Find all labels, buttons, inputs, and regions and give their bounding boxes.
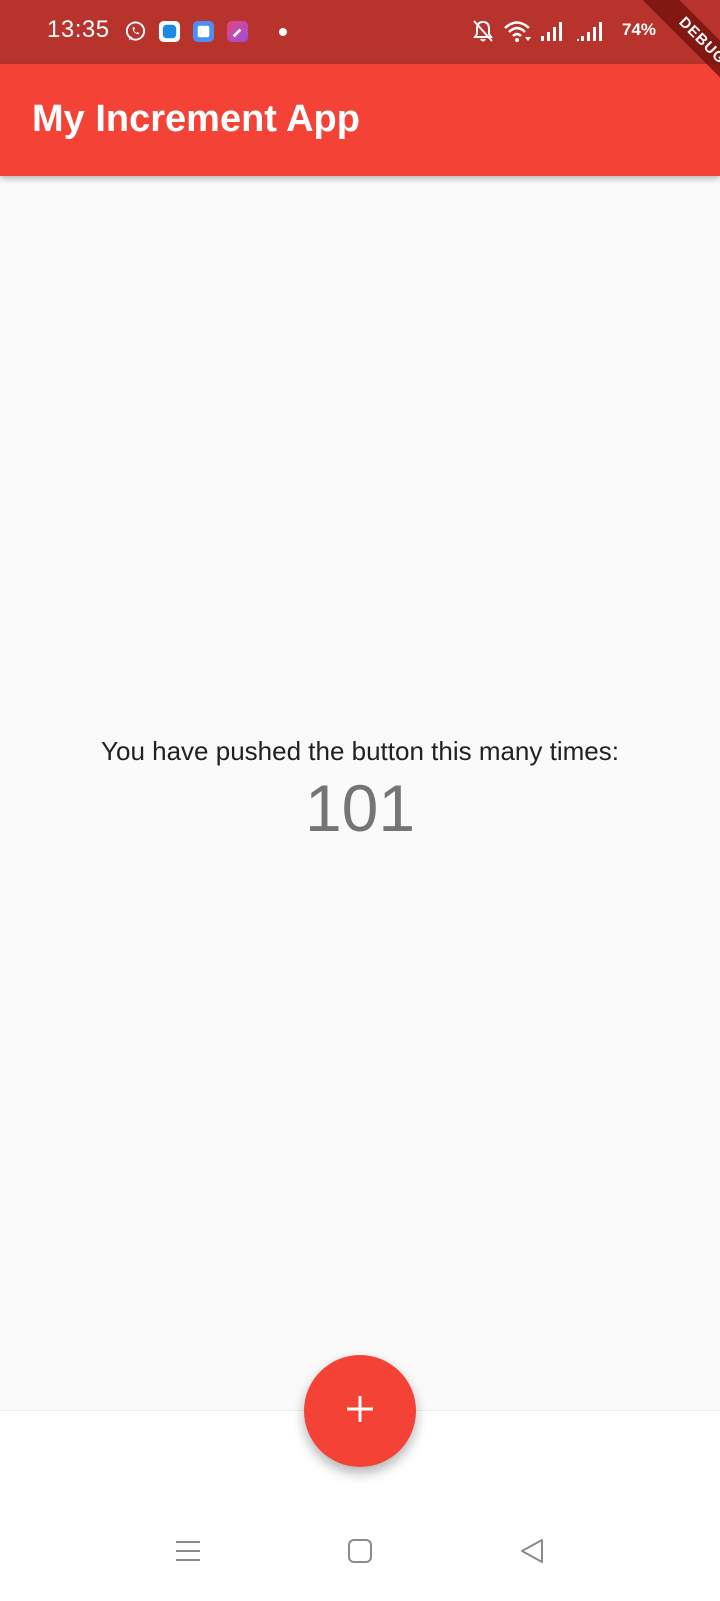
wifi-icon — [503, 19, 533, 48]
menu-icon — [174, 1537, 202, 1570]
back-triangle-icon — [518, 1537, 546, 1570]
counter-value: 101 — [304, 771, 416, 845]
back-button[interactable] — [512, 1533, 552, 1573]
status-bar: 13:35 74% — [0, 0, 720, 64]
signal-icon — [540, 19, 566, 48]
increment-button[interactable] — [304, 1355, 416, 1467]
app-title: My Increment App — [32, 98, 360, 140]
messenger-app-icon — [158, 20, 181, 43]
cloud-app-icon — [192, 20, 215, 43]
shortcut-app-icon — [226, 20, 249, 43]
whatsapp-icon — [124, 20, 147, 43]
app-bar: My Increment App — [0, 64, 720, 176]
plus-icon — [344, 1393, 376, 1430]
signal-icon — [577, 19, 605, 48]
home-square-icon — [346, 1537, 374, 1570]
recent-apps-button[interactable] — [168, 1533, 208, 1573]
battery-percent: 74% — [622, 20, 657, 39]
counter-caption: You have pushed the button this many tim… — [101, 736, 619, 766]
status-time: 13:35 — [47, 16, 110, 43]
home-button[interactable] — [340, 1533, 380, 1573]
mute-bell-icon — [472, 19, 494, 48]
more-notifications-dot — [279, 28, 287, 36]
